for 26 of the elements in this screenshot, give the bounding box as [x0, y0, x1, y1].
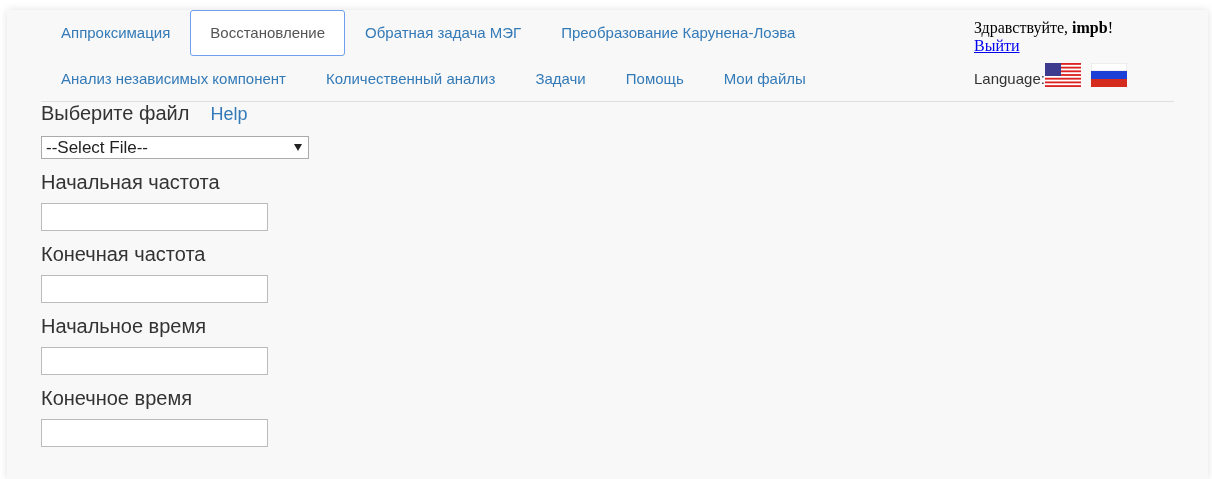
field-label: Начальное время	[41, 315, 207, 338]
file-label: Выберите файл	[41, 102, 190, 125]
nav-tab[interactable]: Анализ независимых компонент	[41, 55, 306, 101]
nav-tab[interactable]: Восстановление	[190, 10, 346, 56]
help-link[interactable]: Help	[210, 104, 248, 125]
language-label: Language:	[974, 70, 1045, 87]
caret-icon	[294, 144, 302, 151]
greeting-text: Здравствуйте, impb!	[974, 19, 1114, 37]
russian-flag-icon[interactable]	[1090, 63, 1127, 87]
file-select[interactable]: --Select File--	[41, 136, 309, 159]
nav-tab[interactable]: Помощь	[605, 55, 704, 101]
field-label: Конечная частота	[41, 243, 206, 266]
nav-tab[interactable]: Мои файлы	[703, 55, 826, 101]
nav-tab[interactable]: Аппроксимация	[41, 10, 191, 56]
input-field[interactable]	[41, 419, 268, 447]
nav-tab[interactable]: Количественный анализ	[305, 55, 516, 101]
field-label: Начальная частота	[41, 171, 220, 194]
field-label: Конечное время	[41, 387, 192, 410]
input-field[interactable]	[41, 203, 268, 231]
input-field[interactable]	[41, 347, 268, 375]
logout-link[interactable]: Выйти	[974, 37, 1020, 54]
nav-tab[interactable]: Задачи	[515, 55, 606, 101]
input-field[interactable]	[41, 275, 268, 303]
us-flag-icon[interactable]	[1044, 63, 1081, 87]
nav-tab[interactable]: Обратная задача МЭГ	[345, 10, 542, 56]
nav-tab[interactable]: Преобразование Карунена-Лоэва	[541, 10, 816, 56]
